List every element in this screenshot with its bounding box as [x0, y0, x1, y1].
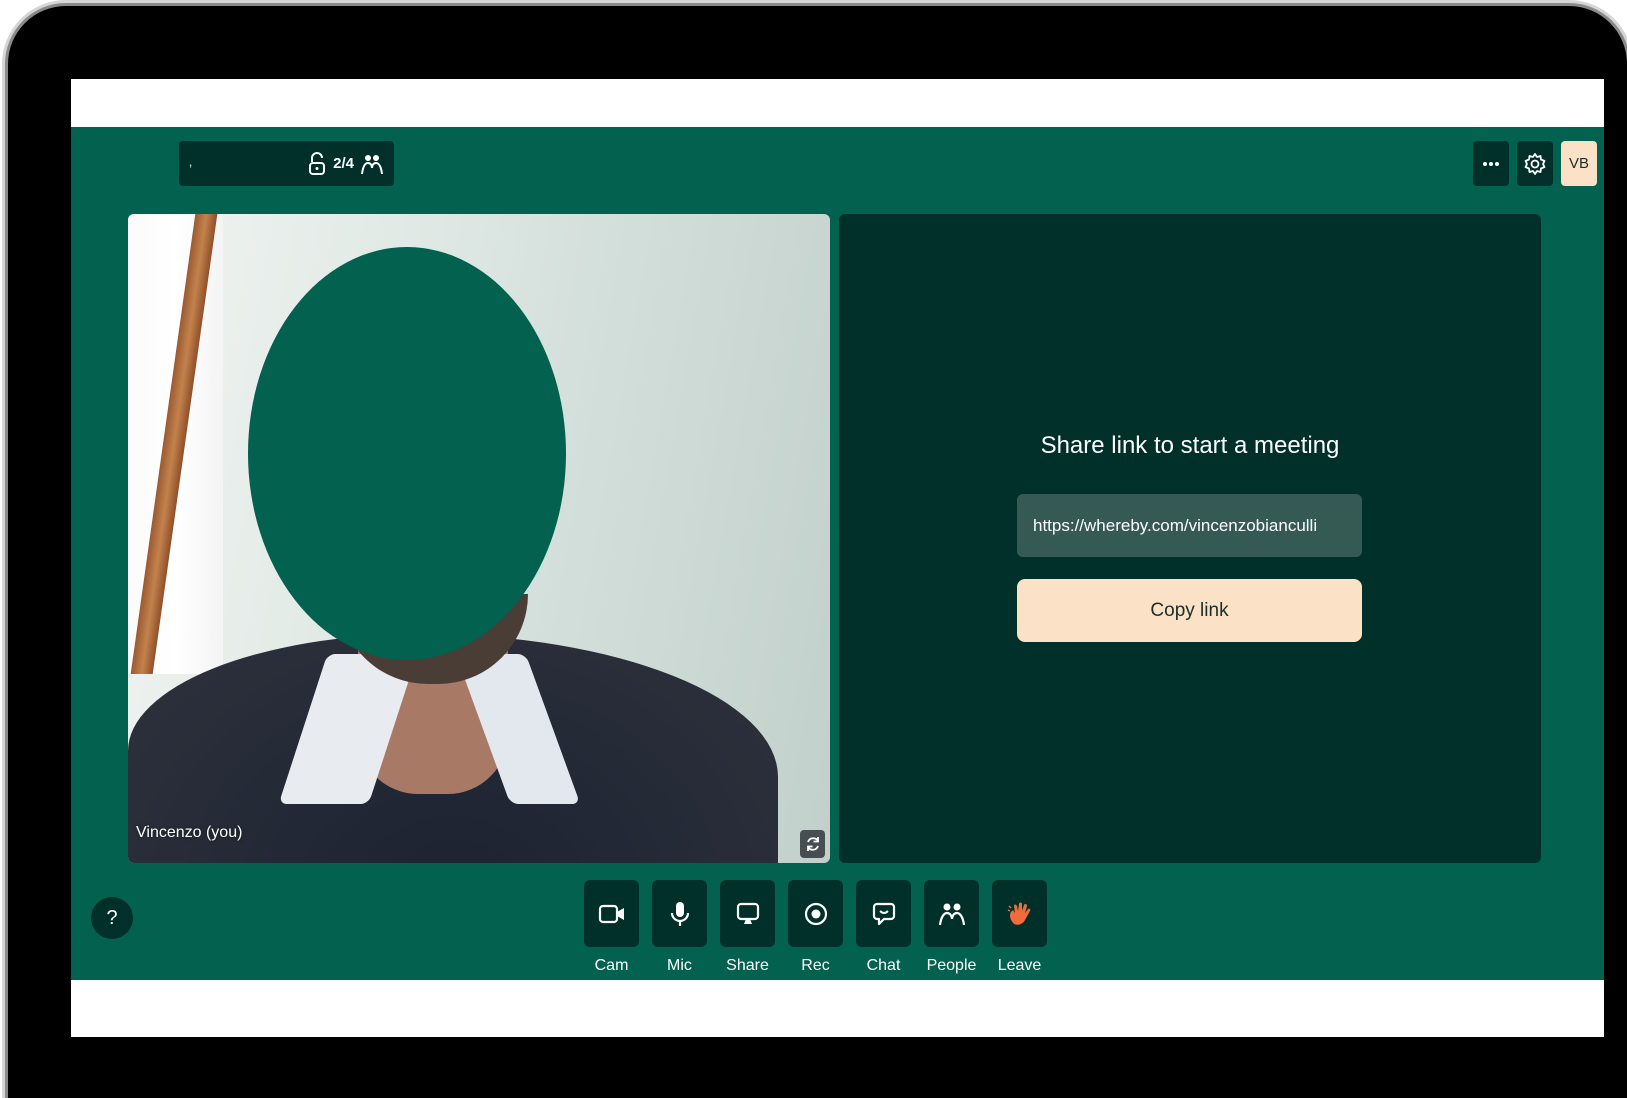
self-video-tile: Vincenzo (you) [128, 214, 830, 863]
meeting-controls: Cam Mic Share Rec Chat People Leave [584, 880, 1047, 975]
rec-button[interactable] [788, 880, 843, 947]
chat-control[interactable]: Chat [856, 880, 911, 975]
room-name: ‚ [189, 153, 193, 169]
meeting-link-field[interactable] [1017, 494, 1362, 557]
leave-control[interactable]: Leave [992, 880, 1047, 975]
leave-label: Leave [997, 957, 1042, 974]
rec-control[interactable]: Rec [788, 880, 843, 975]
help-button[interactable]: ? [91, 897, 133, 939]
rec-label: Rec [801, 957, 830, 974]
people-icon [360, 152, 384, 176]
meeting-app: ‚ 2/4 VB Vincenzo (you) Share link to st… [71, 127, 1604, 980]
leave-button[interactable] [992, 880, 1047, 947]
cam-label: Cam [594, 957, 629, 974]
camera-flip-button[interactable] [800, 830, 825, 858]
face-redaction-oval [248, 247, 566, 660]
microphone-icon [669, 900, 691, 928]
copy-link-button[interactable]: Copy link [1017, 579, 1362, 642]
unlock-icon [307, 151, 327, 176]
cam-control[interactable]: Cam [584, 880, 639, 975]
chat-icon [871, 901, 897, 927]
device-frame: ‚ 2/4 VB Vincenzo (you) Share link to st… [8, 6, 1627, 1098]
participant-count: 2/4 [333, 155, 354, 172]
mic-label: Mic [667, 957, 692, 974]
people-label: People [926, 957, 977, 974]
camera-icon [598, 903, 626, 925]
browser-screen: ‚ 2/4 VB Vincenzo (you) Share link to st… [71, 79, 1604, 1037]
share-title: Share link to start a meeting [1040, 432, 1340, 459]
people-button[interactable] [924, 880, 979, 947]
share-control[interactable]: Share [720, 880, 775, 975]
gear-icon [1523, 152, 1547, 176]
record-icon [803, 901, 829, 927]
settings-button[interactable] [1517, 141, 1553, 186]
room-info-pill[interactable]: ‚ 2/4 [179, 141, 394, 186]
mic-button[interactable] [652, 880, 707, 947]
self-name-label: Vincenzo (you) [136, 824, 243, 841]
mic-control[interactable]: Mic [652, 880, 707, 975]
screen-share-icon [735, 901, 761, 927]
chat-button[interactable] [856, 880, 911, 947]
share-button[interactable] [720, 880, 775, 947]
wave-hand-icon [1006, 900, 1034, 928]
chat-label: Chat [866, 957, 901, 974]
share-label: Share [726, 957, 769, 974]
cam-button[interactable] [584, 880, 639, 947]
people-icon [938, 901, 966, 927]
more-options-button[interactable] [1473, 141, 1509, 186]
more-dots-icon [1482, 161, 1500, 167]
share-link-panel: Share link to start a meeting Copy link [839, 214, 1541, 863]
people-control[interactable]: People [924, 880, 979, 975]
camera-flip-icon [804, 835, 822, 853]
user-avatar[interactable]: VB [1561, 141, 1597, 186]
